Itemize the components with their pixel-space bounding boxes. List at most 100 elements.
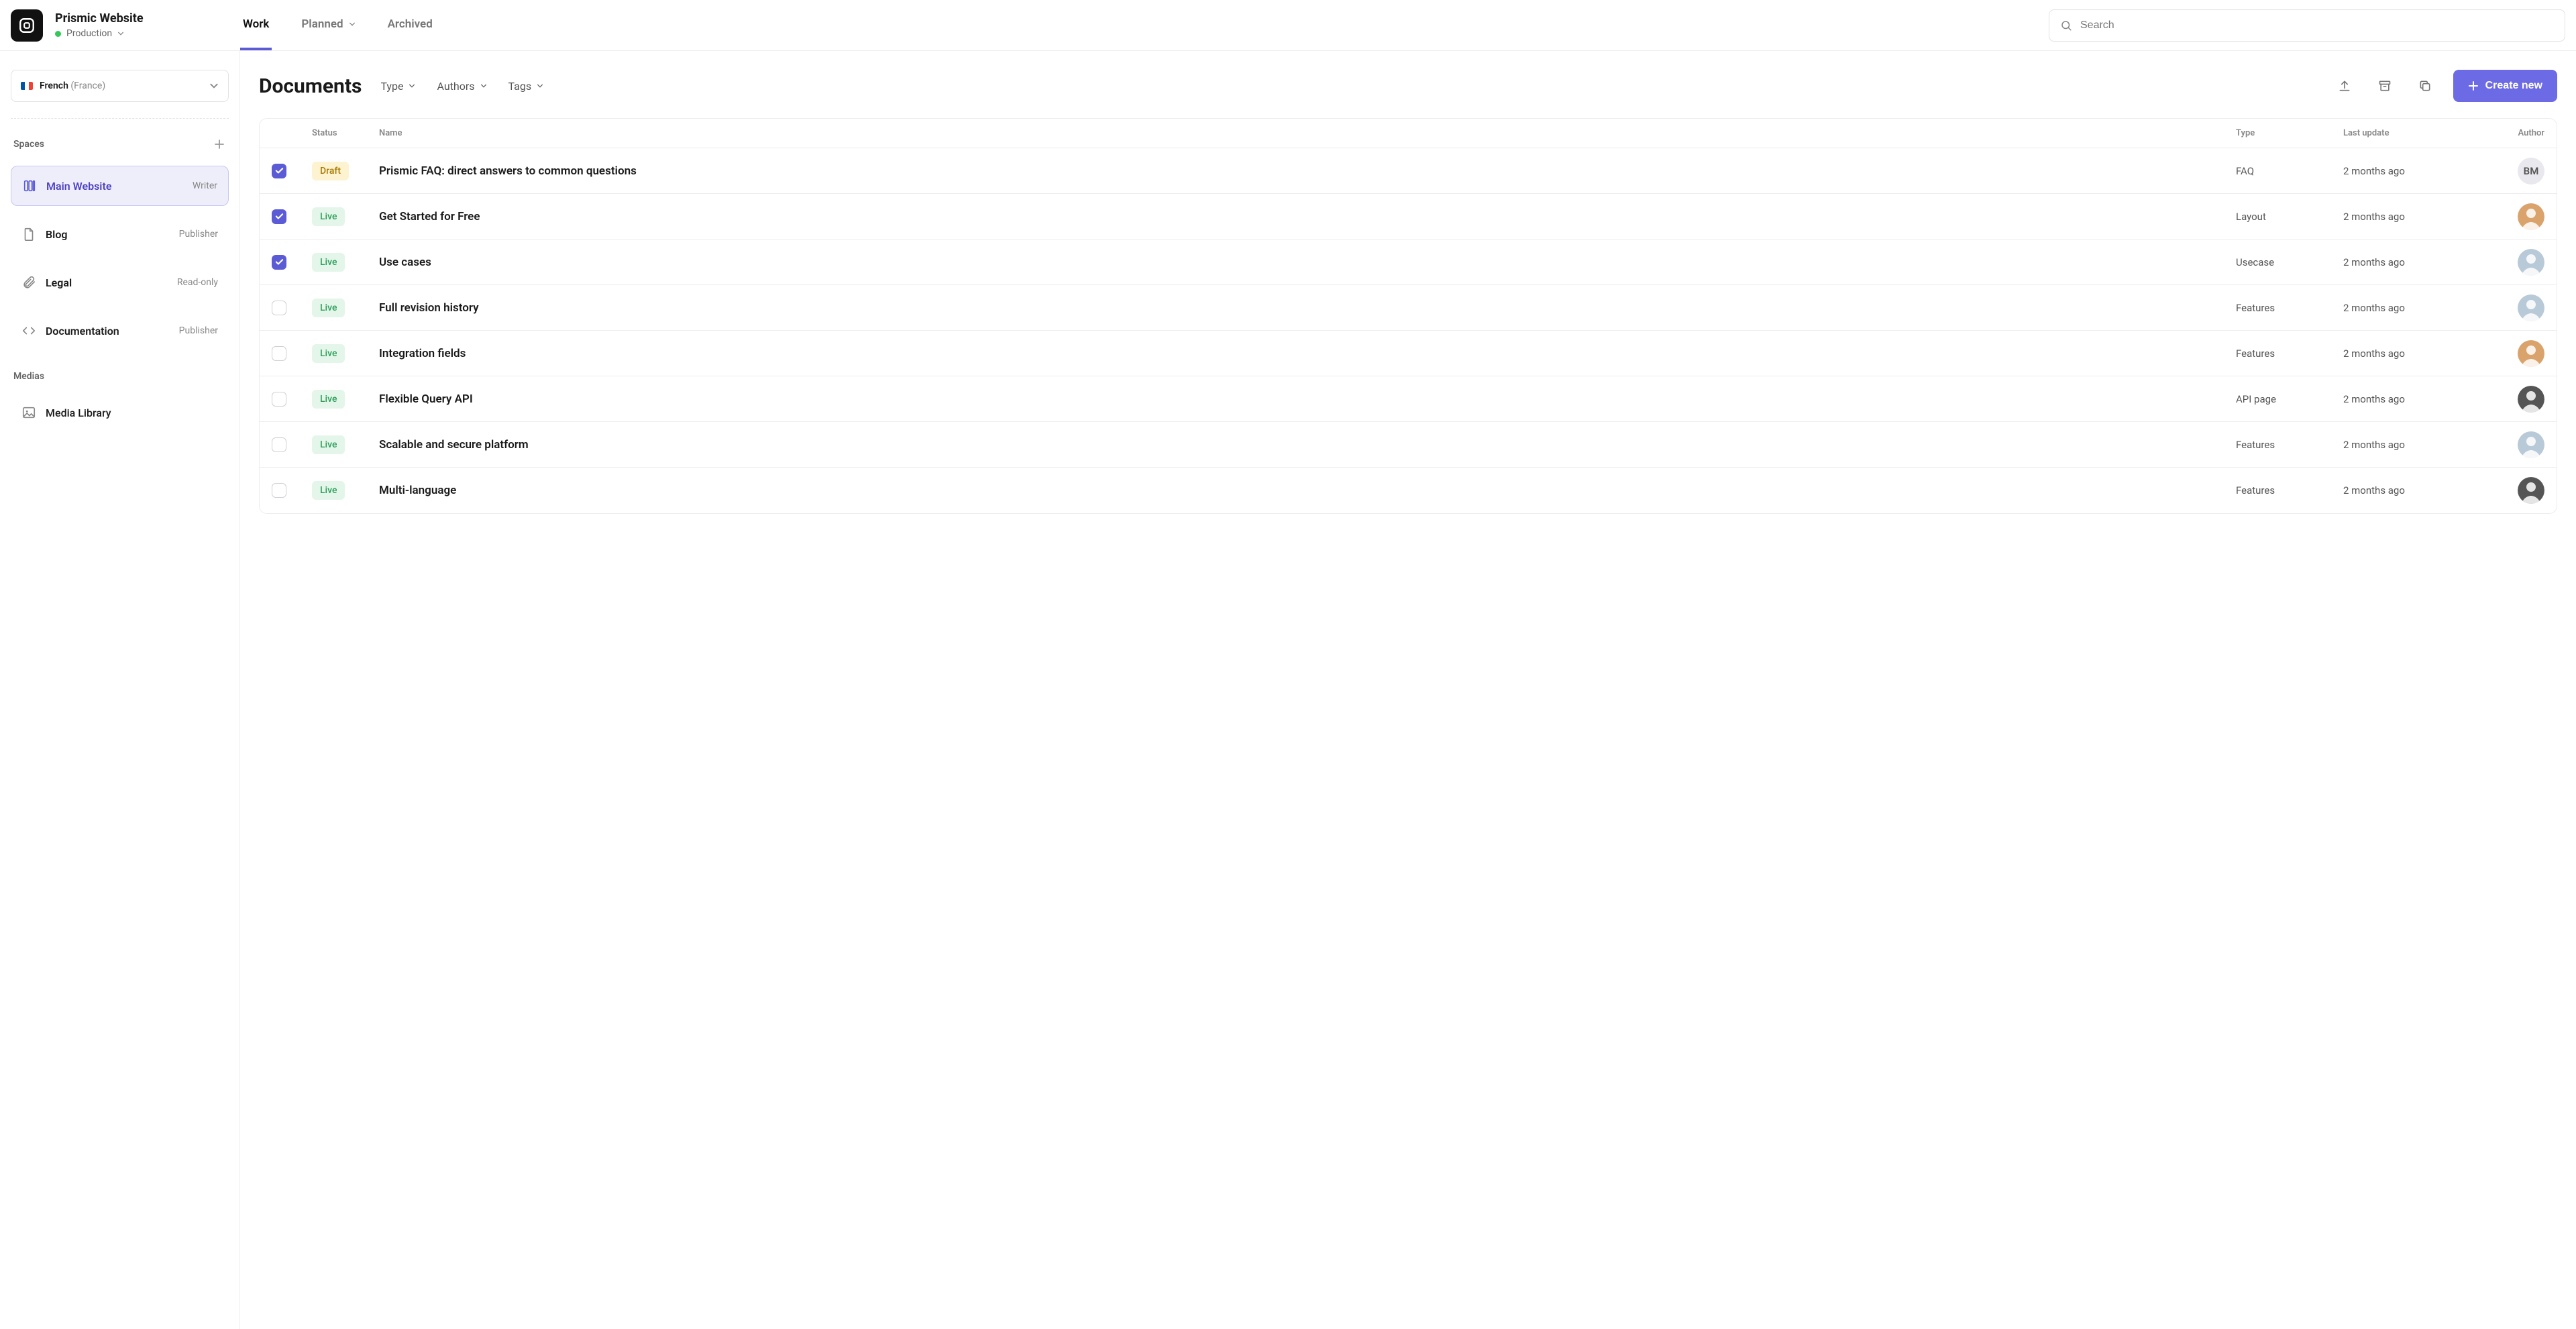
doc-type: Features: [2236, 348, 2343, 360]
table-row[interactable]: LiveScalable and secure platformFeatures…: [260, 422, 2557, 468]
plus-icon: [214, 139, 225, 150]
doc-type: Usecase: [2236, 256, 2343, 268]
row-checkbox[interactable]: [272, 437, 286, 452]
search-input[interactable]: [2080, 19, 2554, 32]
chevron-down-icon: [409, 83, 415, 89]
main-content: Documents Type Authors Tags: [240, 51, 2576, 1329]
table-row[interactable]: Draft Prismic FAQ: direct answers to comm…: [260, 148, 2557, 194]
filter-label: Type: [380, 80, 403, 93]
table-header: Status Name Type Last update Author: [260, 119, 2557, 148]
divider: [11, 118, 229, 119]
doc-name: Prismic FAQ: direct answers to common qu…: [379, 164, 2236, 178]
row-checkbox[interactable]: [272, 164, 286, 178]
upload-icon: [2338, 79, 2351, 93]
status-badge: Draft: [312, 162, 349, 180]
status-badge: Live: [312, 207, 345, 226]
row-checkbox[interactable]: [272, 255, 286, 270]
row-checkbox[interactable]: [272, 209, 286, 224]
chevron-down-icon: [209, 81, 219, 91]
author-avatar: BM: [2518, 158, 2544, 184]
table-row[interactable]: LiveUse casesUsecase2 months ago: [260, 240, 2557, 285]
space-item-documentation[interactable]: Documentation Publisher: [11, 311, 229, 351]
app-title: Prismic Website: [55, 11, 144, 25]
upload-button[interactable]: [2332, 74, 2357, 98]
spaces-heading: Spaces: [13, 139, 44, 150]
locale-language: French: [40, 81, 68, 91]
th-last-update: Last update: [2343, 128, 2477, 138]
doc-type: Layout: [2236, 211, 2343, 223]
archive-button[interactable]: [2373, 74, 2397, 98]
sidebar: French (France) Spaces Main Website: [0, 51, 240, 1329]
author-avatar: [2518, 477, 2544, 504]
doc-type: FAQ: [2236, 165, 2343, 177]
media-library-label: Media Library: [46, 407, 218, 419]
doc-type: API page: [2236, 393, 2343, 405]
doc-name: Scalable and secure platform: [379, 438, 2236, 451]
space-item-legal[interactable]: Legal Read-only: [11, 262, 229, 303]
paperclip-icon: [21, 275, 36, 290]
search-box[interactable]: [2049, 9, 2565, 42]
space-role: Writer: [193, 180, 217, 191]
tab-archived[interactable]: Archived: [385, 0, 435, 50]
medias-heading: Medias: [13, 371, 44, 382]
author-avatar: [2518, 295, 2544, 321]
environment-selector[interactable]: Production: [55, 28, 144, 39]
nav-tabs: Work Planned Archived: [240, 0, 435, 50]
author-avatar: [2518, 203, 2544, 230]
code-icon: [21, 323, 36, 338]
doc-type: Features: [2236, 439, 2343, 451]
row-checkbox[interactable]: [272, 483, 286, 498]
columns-icon: [22, 178, 37, 193]
row-checkbox[interactable]: [272, 392, 286, 407]
locale-region: (France): [70, 81, 105, 91]
space-role: Publisher: [179, 325, 218, 336]
doc-last-update: 2 months ago: [2343, 256, 2477, 268]
status-badge: Live: [312, 390, 345, 409]
tab-label: Archived: [388, 17, 433, 31]
space-item-blog[interactable]: Blog Publisher: [11, 214, 229, 254]
doc-name: Multi-language: [379, 484, 2236, 497]
media-library-item[interactable]: Media Library: [11, 396, 229, 429]
filter-label: Authors: [437, 80, 474, 93]
topbar: Prismic Website Production Work Planned …: [0, 0, 2576, 51]
filter-authors[interactable]: Authors: [434, 76, 489, 97]
create-new-button[interactable]: Create new: [2453, 70, 2557, 102]
copy-icon: [2418, 79, 2432, 93]
row-checkbox[interactable]: [272, 301, 286, 315]
tab-planned[interactable]: Planned: [299, 0, 358, 50]
doc-name: Integration fields: [379, 347, 2236, 360]
tab-work[interactable]: Work: [240, 0, 272, 50]
doc-last-update: 2 months ago: [2343, 302, 2477, 314]
doc-name: Get Started for Free: [379, 210, 2236, 223]
page-icon: [21, 227, 36, 242]
status-badge: Live: [312, 344, 345, 363]
table-row[interactable]: LiveIntegration fieldsFeatures2 months a…: [260, 331, 2557, 376]
space-item-main-website[interactable]: Main Website Writer: [11, 166, 229, 206]
copy-button[interactable]: [2413, 74, 2437, 98]
doc-type: Features: [2236, 302, 2343, 314]
filter-type[interactable]: Type: [378, 76, 418, 97]
filter-tags[interactable]: Tags: [506, 76, 547, 97]
author-avatar: [2518, 431, 2544, 458]
locale-selector[interactable]: French (France): [11, 70, 229, 102]
space-name: Blog: [46, 228, 170, 241]
table-row[interactable]: LiveFull revision historyFeatures2 month…: [260, 285, 2557, 331]
table-row[interactable]: LiveMulti-languageFeatures2 months ago: [260, 468, 2557, 513]
environment-label: Production: [66, 28, 112, 39]
tab-label: Work: [243, 17, 269, 31]
doc-name: Use cases: [379, 256, 2236, 269]
flag-france-icon: [21, 82, 33, 90]
doc-last-update: 2 months ago: [2343, 393, 2477, 405]
table-row[interactable]: Live Flexible Query APIAPI page2 months a…: [260, 376, 2557, 422]
doc-last-update: 2 months ago: [2343, 211, 2477, 223]
status-dot-icon: [55, 31, 61, 37]
status-badge: Live: [312, 299, 345, 317]
row-checkbox[interactable]: [272, 346, 286, 361]
chevron-down-icon: [349, 21, 356, 28]
table-row[interactable]: Live Get Started for FreeLayout2 months a…: [260, 194, 2557, 240]
add-space-button[interactable]: [213, 138, 226, 151]
chevron-down-icon: [117, 30, 124, 37]
chevron-down-icon: [480, 83, 487, 89]
doc-name: Flexible Query API: [379, 392, 2236, 406]
page-title: Documents: [259, 74, 362, 98]
